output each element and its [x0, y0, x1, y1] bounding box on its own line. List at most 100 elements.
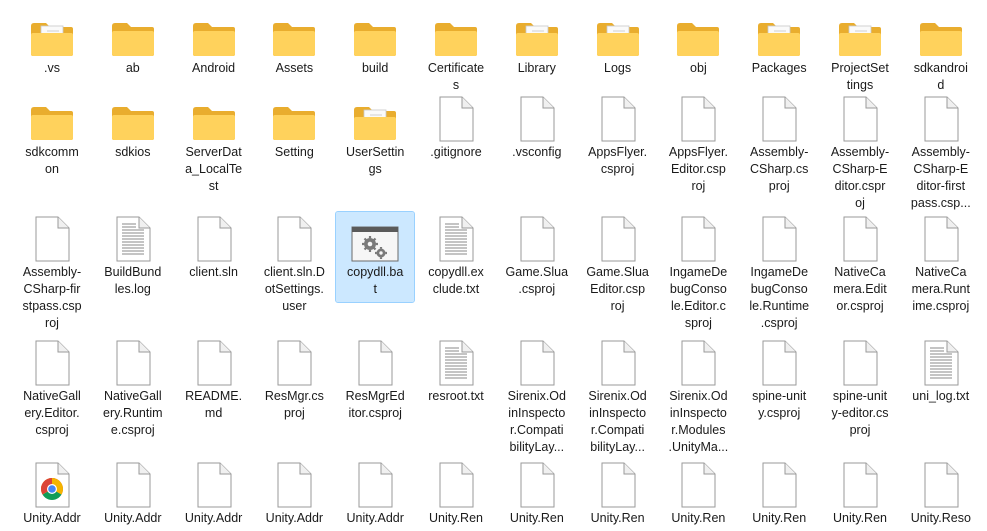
file-label: NativeGall ery.Editor. csproj	[23, 389, 81, 437]
file-item[interactable]: Unity.Addr	[336, 458, 414, 527]
file-item[interactable]: client.sln	[175, 212, 253, 281]
file-item[interactable]: NativeGall ery.Editor. csproj	[13, 336, 91, 439]
file-item[interactable]: Unity.Addr	[94, 458, 172, 527]
file-label: Assembly- CSharp.cs proj	[750, 145, 809, 193]
file-item[interactable]: ServerDat a_LocalTe st	[175, 92, 253, 195]
file-label: sdkcomm on	[25, 145, 79, 176]
file-item[interactable]: Logs	[579, 8, 657, 77]
file-label: ServerDat a_LocalTe st	[185, 145, 243, 193]
file-label: Unity.Addr	[23, 511, 81, 525]
file-icon	[594, 214, 642, 262]
file-item[interactable]: spine-unit y.csproj	[740, 336, 818, 422]
file-icon	[674, 94, 722, 142]
file-item[interactable]: .gitignore	[417, 92, 495, 161]
file-item[interactable]: client.sln.D otSettings. user	[255, 212, 333, 315]
file-item[interactable]: Certificate s	[417, 8, 495, 94]
file-icon	[594, 460, 642, 508]
file-item[interactable]: resroot.txt	[417, 336, 495, 405]
file-item[interactable]: NativeGall ery.Runtim e.csproj	[94, 336, 172, 439]
file-label: ab	[125, 61, 140, 75]
file-icon	[270, 338, 318, 386]
file-item[interactable]: AppsFlyer. Editor.csp roj	[659, 92, 737, 195]
file-item[interactable]: Assembly- CSharp.cs proj	[740, 92, 818, 195]
file-label: README. md	[185, 389, 243, 420]
file-item[interactable]: Sirenix.Od inInspecto r.Compati bilityLa…	[498, 336, 576, 456]
file-item[interactable]: NativeCa mera.Runt ime.csproj	[902, 212, 980, 315]
file-item[interactable]: Unity.Ren	[821, 458, 899, 527]
file-icon	[674, 214, 722, 262]
file-item[interactable]: Game.Slua Editor.csp roj	[579, 212, 657, 315]
file-label: Unity.Addr	[265, 511, 324, 525]
file-item[interactable]: Setting	[255, 92, 333, 161]
file-item[interactable]: Game.Slua .csproj	[498, 212, 576, 298]
file-label: AppsFlyer. csproj	[588, 145, 648, 176]
file-label: Assembly- CSharp-E ditor.cspr oj	[830, 145, 890, 210]
file-icon	[594, 94, 642, 142]
file-item[interactable]: Library	[498, 8, 576, 77]
file-item[interactable]: Sirenix.Od inInspecto r.Compati bilityLa…	[579, 336, 657, 456]
file-item[interactable]: copydll.ex clude.txt	[417, 212, 495, 298]
file-item[interactable]: Unity.Ren	[740, 458, 818, 527]
file-item[interactable]: ab	[94, 8, 172, 77]
file-label: ResMgrEd itor.csproj	[345, 389, 405, 420]
file-icon	[917, 94, 965, 142]
file-item[interactable]: UserSettin gs	[336, 92, 414, 178]
file-item[interactable]: Sirenix.Od inInspecto r.Modules .UnityMa…	[659, 336, 737, 456]
file-item[interactable]: IngameDe bugConso le.Editor.c sproj	[659, 212, 737, 332]
file-icon	[836, 338, 884, 386]
file-item[interactable]: Packages	[740, 8, 818, 77]
file-label: NativeCa mera.Runt ime.csproj	[911, 265, 970, 313]
file-item[interactable]: AppsFlyer. csproj	[579, 92, 657, 178]
file-item[interactable]: obj	[659, 8, 737, 77]
file-icon	[28, 338, 76, 386]
file-label: Assembly- CSharp-E ditor-first pass.csp.…	[910, 145, 971, 210]
file-item[interactable]: copydll.ba t	[335, 211, 416, 303]
text-file-icon	[432, 214, 480, 262]
file-item[interactable]: .vs	[13, 8, 91, 77]
file-item[interactable]: BuildBund les.log	[94, 212, 172, 298]
file-item[interactable]: NativeCa mera.Edit or.csproj	[821, 212, 899, 315]
folder-icon	[109, 10, 157, 58]
file-icon	[270, 460, 318, 508]
file-item[interactable]: sdkios	[94, 92, 172, 161]
file-item[interactable]: Unity.Addr	[13, 458, 91, 527]
file-item[interactable]: ResMgr.cs proj	[255, 336, 333, 422]
file-item[interactable]: uni_log.txt	[902, 336, 980, 405]
file-item[interactable]: Android	[175, 8, 253, 77]
file-icon	[917, 460, 965, 508]
file-item[interactable]: Assembly- CSharp-fir stpass.csp roj	[13, 212, 91, 332]
file-item[interactable]: build	[336, 8, 414, 77]
file-icon	[755, 460, 803, 508]
file-item[interactable]: Unity.Ren	[417, 458, 495, 527]
file-label: BuildBund les.log	[104, 265, 162, 296]
file-item[interactable]: ResMgrEd itor.csproj	[336, 336, 414, 422]
file-label: Packages	[751, 61, 807, 75]
file-item[interactable]: Unity.Addr	[175, 458, 253, 527]
file-item[interactable]: Assets	[255, 8, 333, 77]
file-item[interactable]: Assembly- CSharp-E ditor.cspr oj	[821, 92, 899, 212]
file-label: Unity.Ren	[671, 511, 726, 525]
file-icon	[28, 214, 76, 262]
file-label: client.sln.D otSettings. user	[263, 265, 325, 313]
file-label: ProjectSet tings	[831, 61, 889, 92]
file-icon	[270, 214, 318, 262]
file-item[interactable]: sdkandroi d	[902, 8, 980, 94]
file-item[interactable]: Unity.Ren	[579, 458, 657, 527]
file-item[interactable]: Unity.Reso	[902, 458, 980, 527]
file-item[interactable]: .vsconfig	[498, 92, 576, 161]
file-icon	[755, 94, 803, 142]
file-item[interactable]: ProjectSet tings	[821, 8, 899, 94]
file-item[interactable]: spine-unit y-editor.cs proj	[821, 336, 899, 439]
file-item[interactable]: Unity.Ren	[659, 458, 737, 527]
file-item[interactable]: Unity.Addr	[255, 458, 333, 527]
file-icon	[513, 460, 561, 508]
file-item[interactable]: sdkcomm on	[13, 92, 91, 178]
file-label: NativeCa mera.Edit or.csproj	[833, 265, 887, 313]
file-item[interactable]: IngameDe bugConso le.Runtime .csproj	[740, 212, 818, 332]
file-item[interactable]: Assembly- CSharp-E ditor-first pass.csp.…	[902, 92, 980, 212]
file-item[interactable]: Unity.Ren	[498, 458, 576, 527]
folder-icon	[28, 94, 76, 142]
file-item[interactable]: README. md	[175, 336, 253, 422]
file-label: Unity.Ren	[590, 511, 645, 525]
folder-icon	[836, 10, 884, 58]
